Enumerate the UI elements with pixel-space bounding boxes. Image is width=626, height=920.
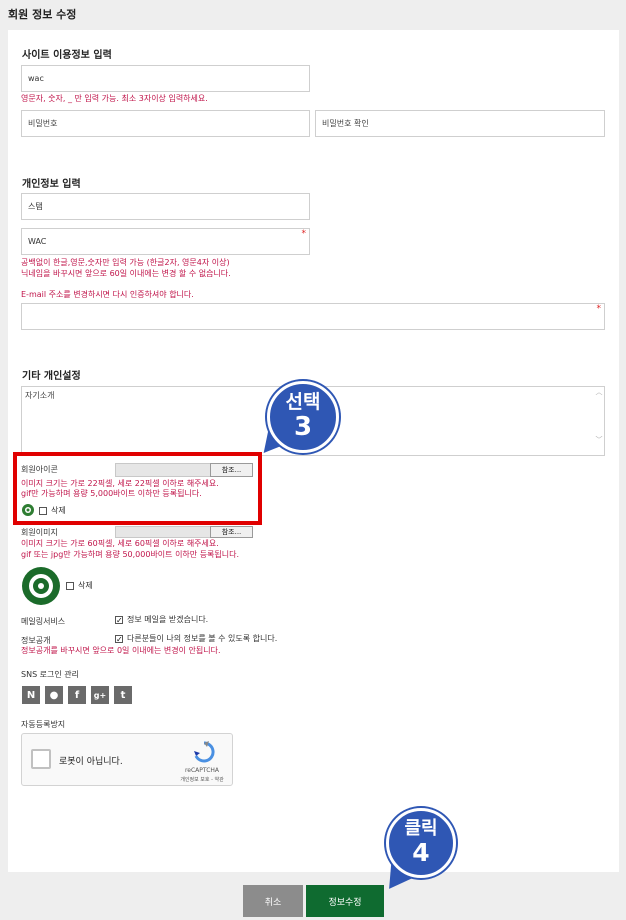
required-mark: * — [596, 304, 602, 314]
member-image-browse-button[interactable]: 참조... — [210, 526, 253, 538]
recaptcha-text: 로봇이 아닙니다. — [59, 757, 123, 767]
page-title: 회원 정보 수정 — [8, 8, 77, 21]
click-badge-text: 클릭 — [404, 818, 438, 839]
member-image-logo — [21, 566, 61, 606]
open-info-option[interactable]: 다른분들이 나의 정보를 볼 수 있도록 합니다. — [115, 633, 277, 644]
select-badge: 선택 3 — [267, 381, 339, 453]
sns-label: SNS 로그인 관리 — [21, 670, 80, 679]
click-badge: 클릭 4 — [386, 808, 456, 878]
password-confirm-input[interactable]: 비밀번호 확인 — [315, 110, 605, 137]
member-image-file-field[interactable] — [115, 526, 211, 538]
googleplus-icon[interactable]: g+ — [91, 686, 109, 704]
naver-icon[interactable]: N — [22, 686, 40, 704]
captcha-label: 자동등록방지 — [21, 720, 66, 729]
recaptcha-links[interactable]: 개인정보 보호 - 약관 — [167, 776, 237, 783]
id-input[interactable]: wac — [21, 65, 310, 92]
open-info-checkbox[interactable] — [115, 634, 123, 643]
delete-label: 삭제 — [78, 581, 93, 590]
mailing-checkbox[interactable] — [115, 615, 123, 624]
submit-button[interactable]: 정보수정 — [306, 885, 384, 917]
nickname-help-2: 닉네임을 바꾸시면 앞으로 60일 이내에는 변경 할 수 없습니다. — [21, 269, 231, 278]
personal-info-title: 개인정보 입력 — [22, 179, 81, 190]
mailing-text: 정보 메일을 받겠습니다. — [127, 615, 209, 624]
email-help: E-mail 주소를 변경하시면 다시 인증하셔야 합니다. — [21, 290, 194, 299]
site-info-title: 사이트 이용정보 입력 — [22, 50, 112, 61]
member-image-label: 회원이미지 — [21, 528, 58, 537]
select-badge-text: 선택 — [285, 391, 321, 413]
password-input[interactable]: 비밀번호 — [21, 110, 310, 137]
click-badge-number: 4 — [412, 838, 430, 867]
nickname-help-1: 공백없이 한글,영문,숫자만 입력 가능 (한글2자, 영문4자 이상) — [21, 258, 230, 267]
scroll-up-icon[interactable]: ︿ — [594, 387, 604, 397]
name-input[interactable]: 스탬 — [21, 193, 310, 220]
mailing-option[interactable]: 정보 메일을 받겠습니다. — [115, 614, 208, 625]
member-image-delete[interactable]: 삭제 — [66, 580, 93, 591]
mailing-label: 메일링서비스 — [21, 617, 66, 626]
etc-settings-title: 기타 개인설정 — [22, 371, 81, 382]
nickname-input[interactable]: WAC * — [21, 228, 310, 255]
delete-checkbox[interactable] — [66, 581, 74, 590]
open-info-text: 다른분들이 나의 정보를 볼 수 있도록 합니다. — [127, 634, 278, 643]
sns-buttons: N ● f g+ t — [22, 686, 132, 704]
email-input[interactable]: * — [21, 303, 605, 330]
nickname-value: WAC — [28, 237, 47, 246]
recaptcha-checkbox[interactable] — [31, 749, 51, 769]
required-mark: * — [301, 229, 307, 239]
id-help: 영문자, 숫자, _ 만 입력 가능. 최소 3자이상 입력하세요. — [21, 94, 208, 103]
recaptcha-logo-icon — [192, 740, 216, 764]
open-info-help: 정보공개를 바꾸시면 앞으로 0일 이내에는 변경이 안됩니다. — [21, 646, 221, 655]
recaptcha-widget: 로봇이 아닙니다. reCAPTCHA 개인정보 보호 - 약관 — [21, 733, 233, 786]
cancel-button[interactable]: 취소 — [243, 885, 303, 917]
twitter-icon[interactable]: t — [114, 686, 132, 704]
member-image-help-1: 이미지 크기는 가로 60픽셀, 세로 60픽셀 이하로 해주세요. — [21, 539, 219, 548]
facebook-icon[interactable]: f — [68, 686, 86, 704]
recaptcha-brand: reCAPTCHA — [184, 767, 220, 774]
highlight-box — [13, 452, 262, 525]
kakao-icon[interactable]: ● — [45, 686, 63, 704]
select-badge-number: 3 — [293, 412, 313, 442]
scroll-down-icon[interactable]: ﹀ — [594, 435, 604, 445]
member-image-help-2: gif 또는 jpg만 가능하며 용량 50,000바이트 이하만 등록됩니다. — [21, 550, 240, 559]
textarea-scrollbar[interactable]: ︿ ﹀ — [594, 387, 604, 455]
